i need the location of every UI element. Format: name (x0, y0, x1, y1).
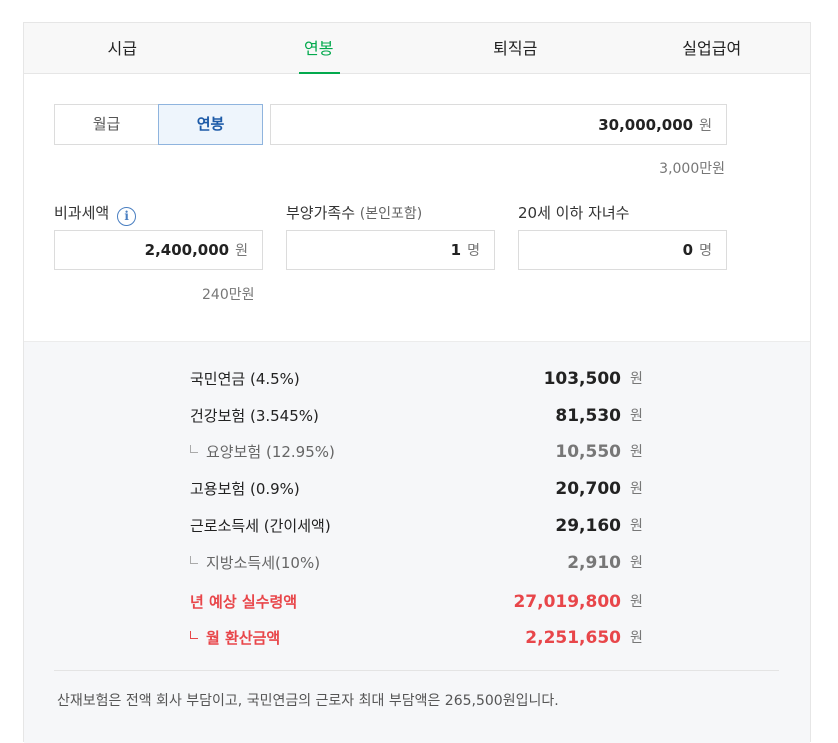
result-row-income-tax: 근로소득세 (간이세액) 29,160 원 (190, 516, 643, 536)
result-row-monthly-net: 월 환산금액 2,251,650 원 (24, 626, 810, 650)
children-input[interactable]: 0 명 (518, 230, 727, 270)
input-form: 월급 연봉 30,000,000 원 3,000만원 비과세액 i 부양가족수 (… (24, 74, 810, 340)
annual-button[interactable]: 연봉 (158, 104, 263, 145)
result-row-annual-net: 년 예상 실수령액 27,019,800 원 (190, 592, 643, 612)
children-unit: 명 (699, 243, 712, 259)
branch-icon (190, 631, 198, 639)
result-row-health: 건강보험 (3.545%) 81,530 원 (190, 406, 643, 426)
calculator-tabs: 시급 연봉 퇴직금 실업급여 (24, 23, 810, 74)
result-row-pension: 국민연금 (4.5%) 103,500 원 (190, 369, 643, 389)
nontax-input[interactable]: 2,400,000 원 (54, 230, 263, 270)
results-panel: 국민연금 (4.5%) 103,500 원 건강보험 (3.545%) 81,5… (24, 341, 810, 743)
children-label: 20세 이하 자녀수 (518, 204, 630, 222)
children-value: 0 (682, 241, 694, 259)
tab-unemployment[interactable]: 실업급여 (614, 23, 811, 73)
branch-icon (190, 445, 198, 453)
nontax-label: 비과세액 i (54, 202, 137, 226)
salary-input[interactable]: 30,000,000 원 (270, 104, 727, 145)
salary-hint: 3,000만원 (659, 161, 725, 177)
pay-type-toggle: 월급 연봉 (54, 104, 265, 145)
info-icon[interactable]: i (117, 207, 137, 226)
salary-calculator-card: 시급 연봉 퇴직금 실업급여 월급 연봉 30,000,000 원 3,000만… (23, 22, 811, 743)
branch-icon (190, 556, 198, 564)
results-divider (54, 670, 779, 671)
nontax-value: 2,400,000 (144, 241, 230, 259)
monthly-button[interactable]: 월급 (54, 104, 159, 145)
footnote: 산재보험은 전액 회사 부담이고, 국민연금의 근로자 최대 부담액은 265,… (57, 693, 559, 709)
salary-unit: 원 (699, 117, 712, 134)
result-row-longterm-care: 요양보험 (12.95%) 10,550 원 (24, 440, 810, 464)
nontax-hint: 240만원 (202, 287, 255, 303)
tab-hourly[interactable]: 시급 (24, 23, 221, 73)
salary-value: 30,000,000 (598, 115, 694, 134)
result-row-employment: 고용보험 (0.9%) 20,700 원 (190, 479, 643, 499)
result-row-local-tax: 지방소득세(10%) 2,910 원 (24, 551, 810, 575)
dependents-input[interactable]: 1 명 (286, 230, 495, 270)
dependents-label: 부양가족수 (본인포함) (286, 204, 423, 222)
nontax-unit: 원 (235, 243, 248, 259)
dependents-value: 1 (450, 241, 462, 259)
tab-severance[interactable]: 퇴직금 (417, 23, 614, 73)
dependents-unit: 명 (467, 243, 480, 259)
tab-annual-salary[interactable]: 연봉 (221, 23, 418, 74)
